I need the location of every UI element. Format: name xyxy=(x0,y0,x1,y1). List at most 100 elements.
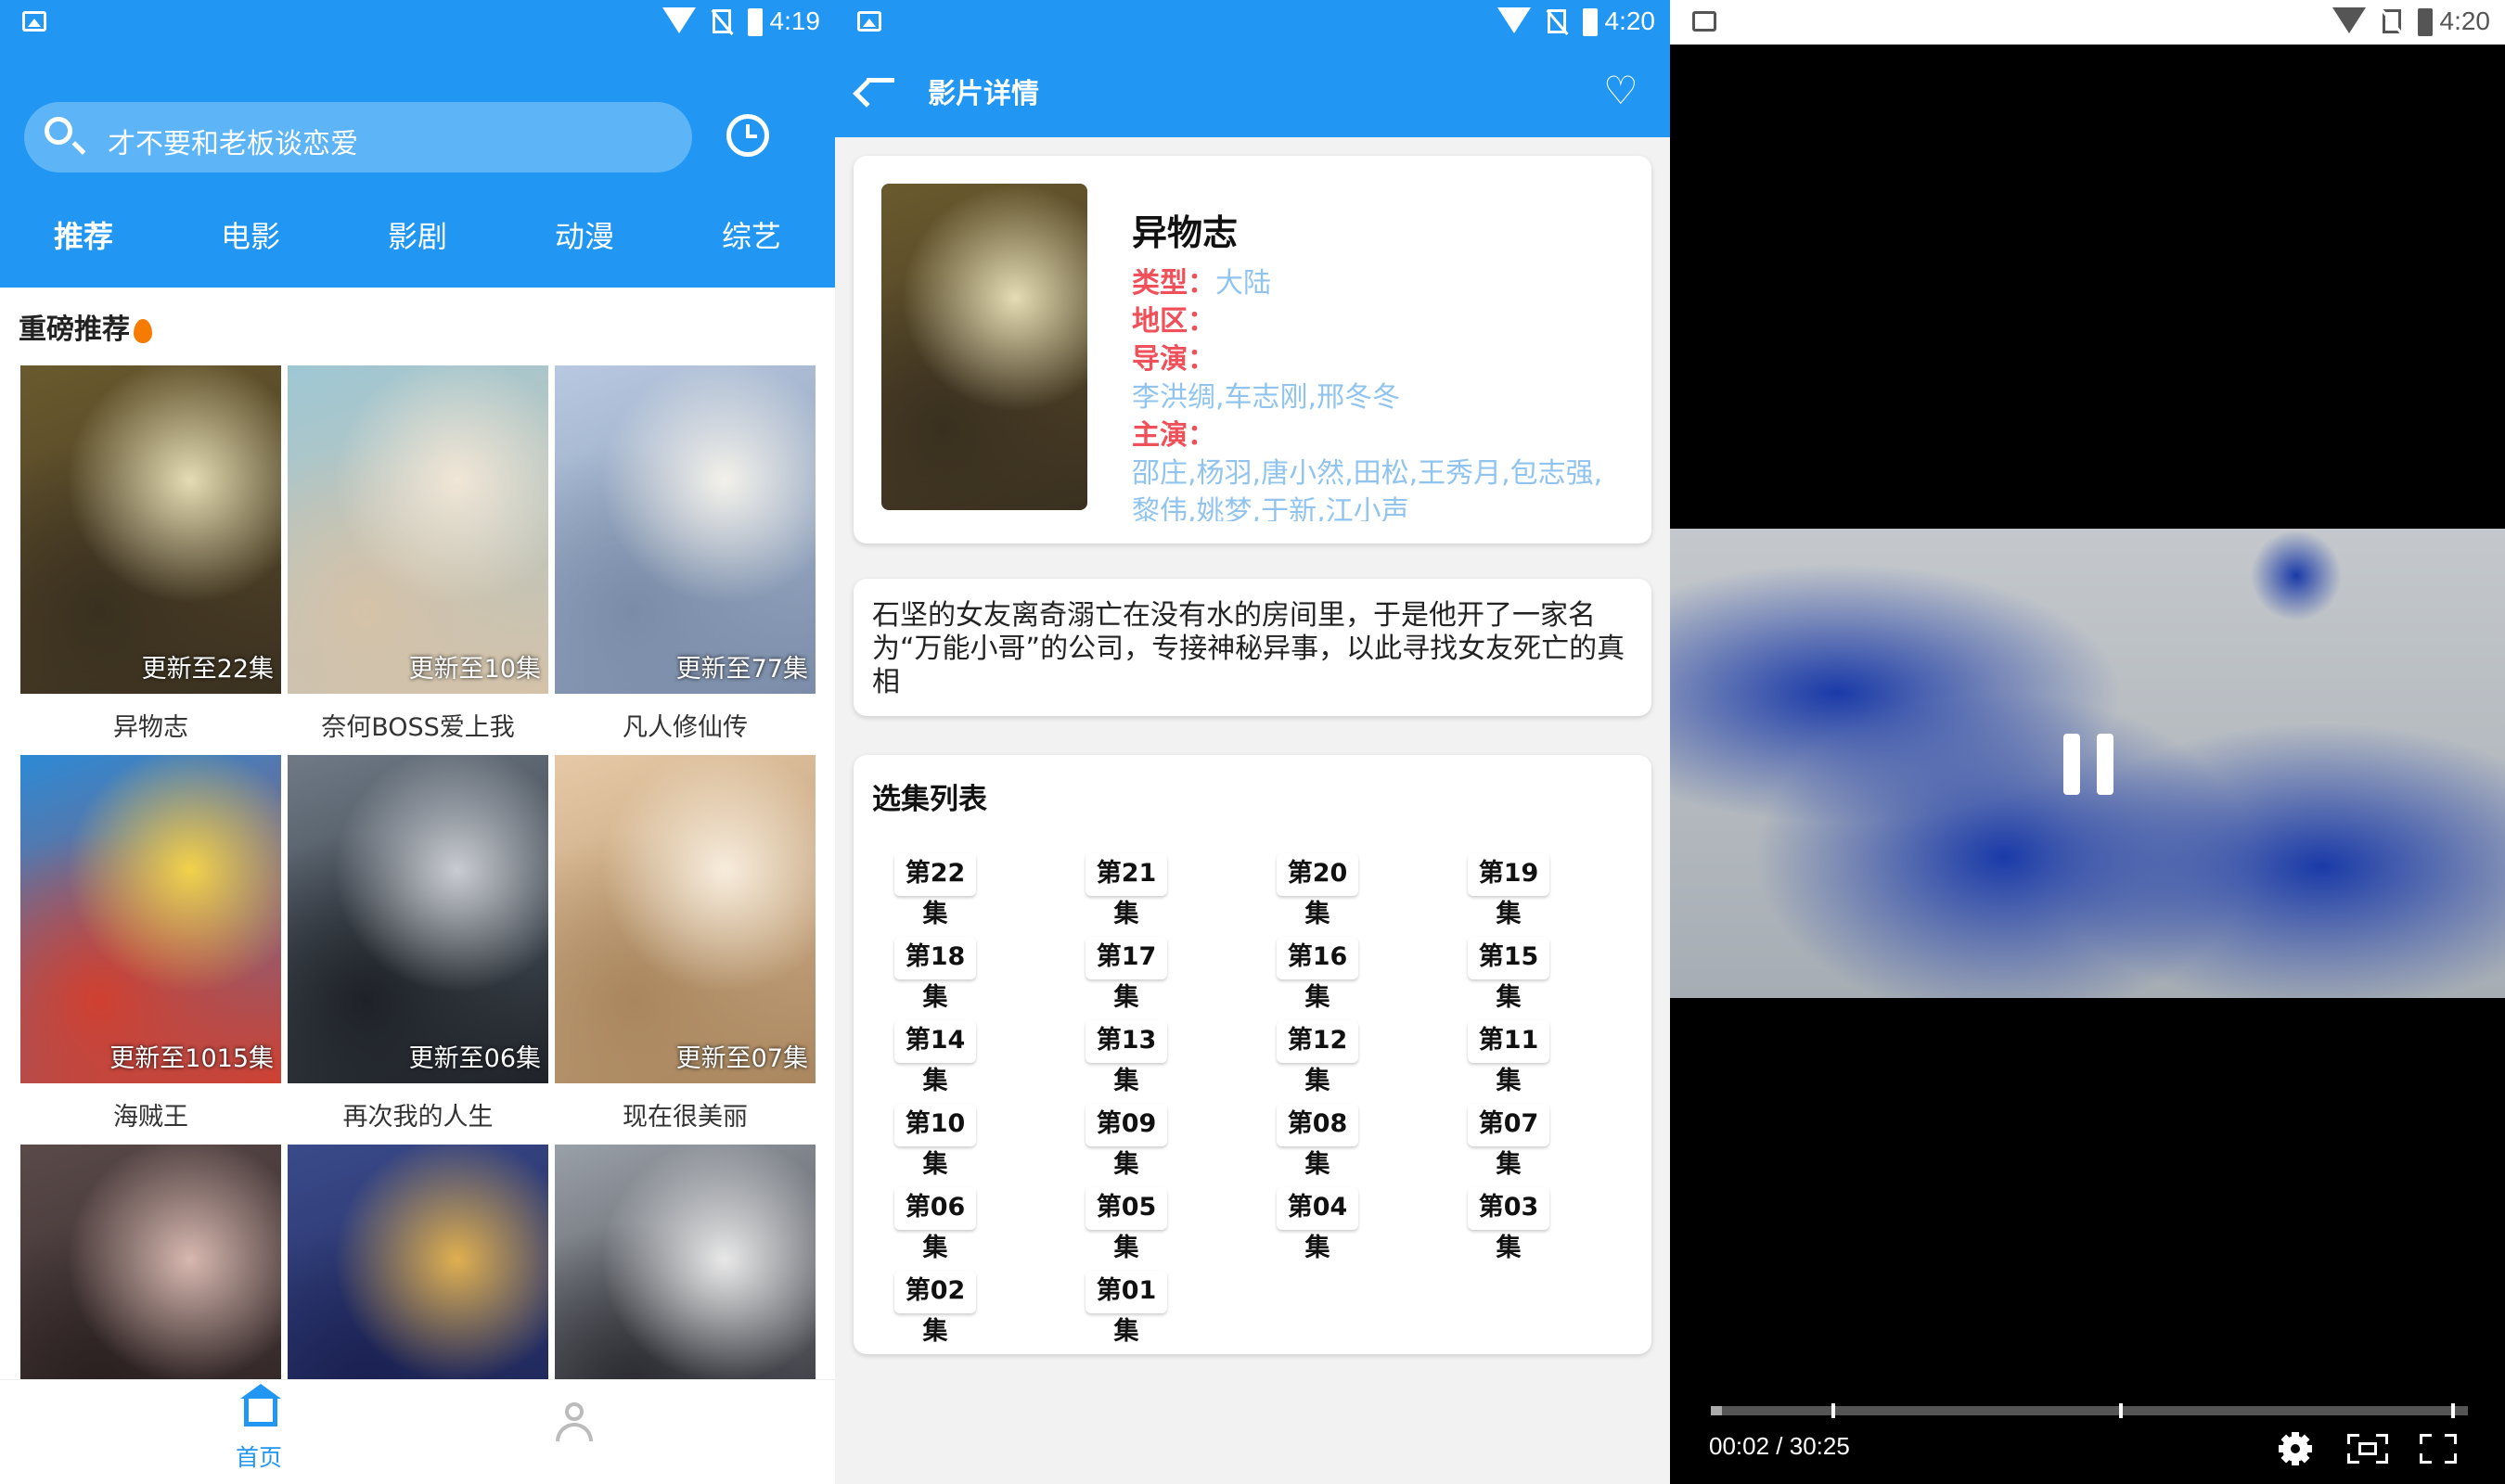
chapter-mark xyxy=(1831,1403,1835,1418)
show-title: 奈何BOSS爱上我 xyxy=(321,713,515,742)
wifi-icon xyxy=(1497,7,1531,33)
aspect-ratio-icon[interactable] xyxy=(2347,1434,2388,1464)
episode-button[interactable]: 第06集 xyxy=(894,1187,976,1262)
episode-button[interactable]: 第07集 xyxy=(1468,1104,1549,1179)
history-icon[interactable] xyxy=(726,114,769,157)
episodes-panel: 选集列表 第22集 第21集 第20集 第19集第18集 第17集 第16集 第15集第14… xyxy=(854,755,1651,1354)
tab-series[interactable]: 影剧 xyxy=(334,209,501,264)
bottom-nav: 首页 xyxy=(0,1379,835,1484)
home-screen: 4:19 才不要和老板谈恋爱 推荐 电影 影剧 动漫 综艺 重磅推荐 更新至22… xyxy=(0,0,835,1484)
type-label: 类型： xyxy=(1132,267,1215,300)
back-arrow-icon[interactable] xyxy=(867,78,894,83)
episode-button[interactable]: 第14集 xyxy=(894,1020,976,1095)
video-frame[interactable] xyxy=(1670,529,2505,998)
chapter-mark xyxy=(2119,1403,2123,1418)
wifi-icon xyxy=(2332,7,2366,33)
status-bar: 4:20 xyxy=(1670,0,2505,45)
show-poster[interactable]: 更新至1015集 xyxy=(20,755,281,1083)
tab-recommend[interactable]: 推荐 xyxy=(0,209,167,264)
update-badge: 更新至22集 xyxy=(141,655,274,684)
episode-button[interactable]: 第03集 xyxy=(1468,1187,1549,1262)
episode-button[interactable]: 第04集 xyxy=(1277,1187,1358,1262)
category-tabs: 推荐 电影 影剧 动漫 综艺 xyxy=(0,209,835,264)
episode-button[interactable]: 第20集 xyxy=(1277,853,1358,928)
episode-button[interactable]: 第22集 xyxy=(894,853,976,928)
search-icon xyxy=(45,117,72,145)
episode-button[interactable]: 第21集 xyxy=(1086,853,1167,928)
status-time: 4:20 xyxy=(1604,6,1656,35)
home-icon[interactable] xyxy=(240,1384,281,1426)
cast-value: 邵庄,杨羽,唐小然,田松,王秀月,包志强,黎伟,姚梦,于新,江小声 xyxy=(1132,457,1603,521)
tab-variety[interactable]: 综艺 xyxy=(668,209,835,264)
pause-icon[interactable] xyxy=(2063,734,2113,795)
home-nav-label[interactable]: 首页 xyxy=(236,1439,282,1473)
battery-icon xyxy=(748,8,763,36)
search-text: 才不要和老板谈恋爱 xyxy=(108,128,358,160)
episode-button[interactable]: 第01集 xyxy=(1086,1271,1167,1346)
update-badge: 更新至10集 xyxy=(408,655,541,684)
episode-button[interactable]: 第12集 xyxy=(1277,1020,1358,1095)
episode-button[interactable]: 第17集 xyxy=(1086,937,1167,1012)
show-card[interactable]: 更新至77集凡人修仙传 xyxy=(555,365,816,743)
status-time: 4:20 xyxy=(2439,6,2491,35)
seek-bar-fill xyxy=(1711,1406,1722,1415)
status-bar: 4:20 xyxy=(835,0,1670,45)
fire-icon xyxy=(134,318,152,343)
settings-gear-icon[interactable] xyxy=(2279,1432,2312,1465)
episode-button[interactable]: 第05集 xyxy=(1086,1187,1167,1262)
show-card[interactable]: 更新至10集奈何BOSS爱上我 xyxy=(288,365,548,743)
episode-button[interactable]: 第02集 xyxy=(894,1271,976,1346)
episode-button[interactable]: 第09集 xyxy=(1086,1104,1167,1179)
show-poster[interactable]: 更新至77集 xyxy=(555,365,816,694)
no-sim-icon xyxy=(713,9,731,33)
episode-button[interactable]: 第19集 xyxy=(1468,853,1549,928)
show-title: 凡人修仙传 xyxy=(623,713,748,742)
episode-button[interactable]: 第16集 xyxy=(1277,937,1358,1012)
image-notification-icon xyxy=(22,11,46,32)
seek-bar[interactable] xyxy=(1711,1403,2468,1418)
show-poster[interactable]: 更新至06集 xyxy=(288,755,548,1083)
episode-button[interactable]: 第11集 xyxy=(1468,1020,1549,1095)
show-card[interactable]: 更新至22集异物志 xyxy=(20,365,281,743)
status-bar: 4:19 xyxy=(0,0,835,45)
image-notification-icon xyxy=(1692,11,1716,32)
type-value: 大陆 xyxy=(1215,267,1271,300)
region-label: 地区： xyxy=(1132,305,1215,338)
show-poster[interactable]: 更新至22集 xyxy=(20,365,281,694)
show-title: 海贼王 xyxy=(113,1103,188,1132)
episode-button[interactable]: 第18集 xyxy=(894,937,976,1012)
description-panel: 石坚的女友离奇溺亡在没有水的房间里，于是他开了一家名为“万能小哥”的公司，专接神… xyxy=(854,579,1651,716)
favorite-heart-icon[interactable]: ♡ xyxy=(1603,71,1638,110)
no-sim-icon xyxy=(2383,9,2401,33)
episode-button[interactable]: 第08集 xyxy=(1277,1104,1358,1179)
show-title: 现在很美丽 xyxy=(623,1103,748,1132)
home-header: 4:19 才不要和老板谈恋爱 推荐 电影 影剧 动漫 综艺 xyxy=(0,0,835,288)
tab-movies[interactable]: 电影 xyxy=(167,209,334,264)
info-panel: 异物志 类型：大陆 地区： 导演： 李洪绸,车志刚,邢冬冬 主演： 邵庄,杨羽,… xyxy=(854,156,1651,544)
fullscreen-icon[interactable] xyxy=(2420,1434,2457,1464)
episodes-title: 选集列表 xyxy=(872,783,987,816)
wifi-icon xyxy=(662,7,696,33)
episode-button[interactable]: 第13集 xyxy=(1086,1020,1167,1095)
detail-header: 4:20 影片详情 ♡ xyxy=(835,0,1670,137)
player-screen: 4:20 00:02 / 30:25 xyxy=(1670,0,2505,1484)
tab-anime[interactable]: 动漫 xyxy=(501,209,668,264)
section-title: 重磅推荐 xyxy=(19,306,152,347)
show-name: 异物志 xyxy=(1132,212,1239,253)
battery-icon xyxy=(1583,8,1598,36)
show-poster[interactable]: 更新至10集 xyxy=(288,365,548,694)
update-badge: 更新至77集 xyxy=(675,655,808,684)
show-card[interactable]: 更新至06集再次我的人生 xyxy=(288,755,548,1132)
update-badge: 更新至1015集 xyxy=(109,1044,274,1073)
battery-icon xyxy=(2418,8,2433,36)
search-bar[interactable]: 才不要和老板谈恋爱 xyxy=(24,102,692,173)
detail-poster xyxy=(881,184,1087,510)
episode-button[interactable]: 第15集 xyxy=(1468,937,1549,1012)
show-poster[interactable]: 更新至07集 xyxy=(555,755,816,1083)
show-title: 再次我的人生 xyxy=(342,1103,494,1132)
episode-button[interactable]: 第10集 xyxy=(894,1104,976,1179)
show-card[interactable]: 更新至1015集海贼王 xyxy=(20,755,281,1132)
show-card[interactable]: 更新至07集现在很美丽 xyxy=(555,755,816,1132)
user-icon[interactable] xyxy=(554,1402,595,1443)
show-title: 异物志 xyxy=(113,713,188,742)
